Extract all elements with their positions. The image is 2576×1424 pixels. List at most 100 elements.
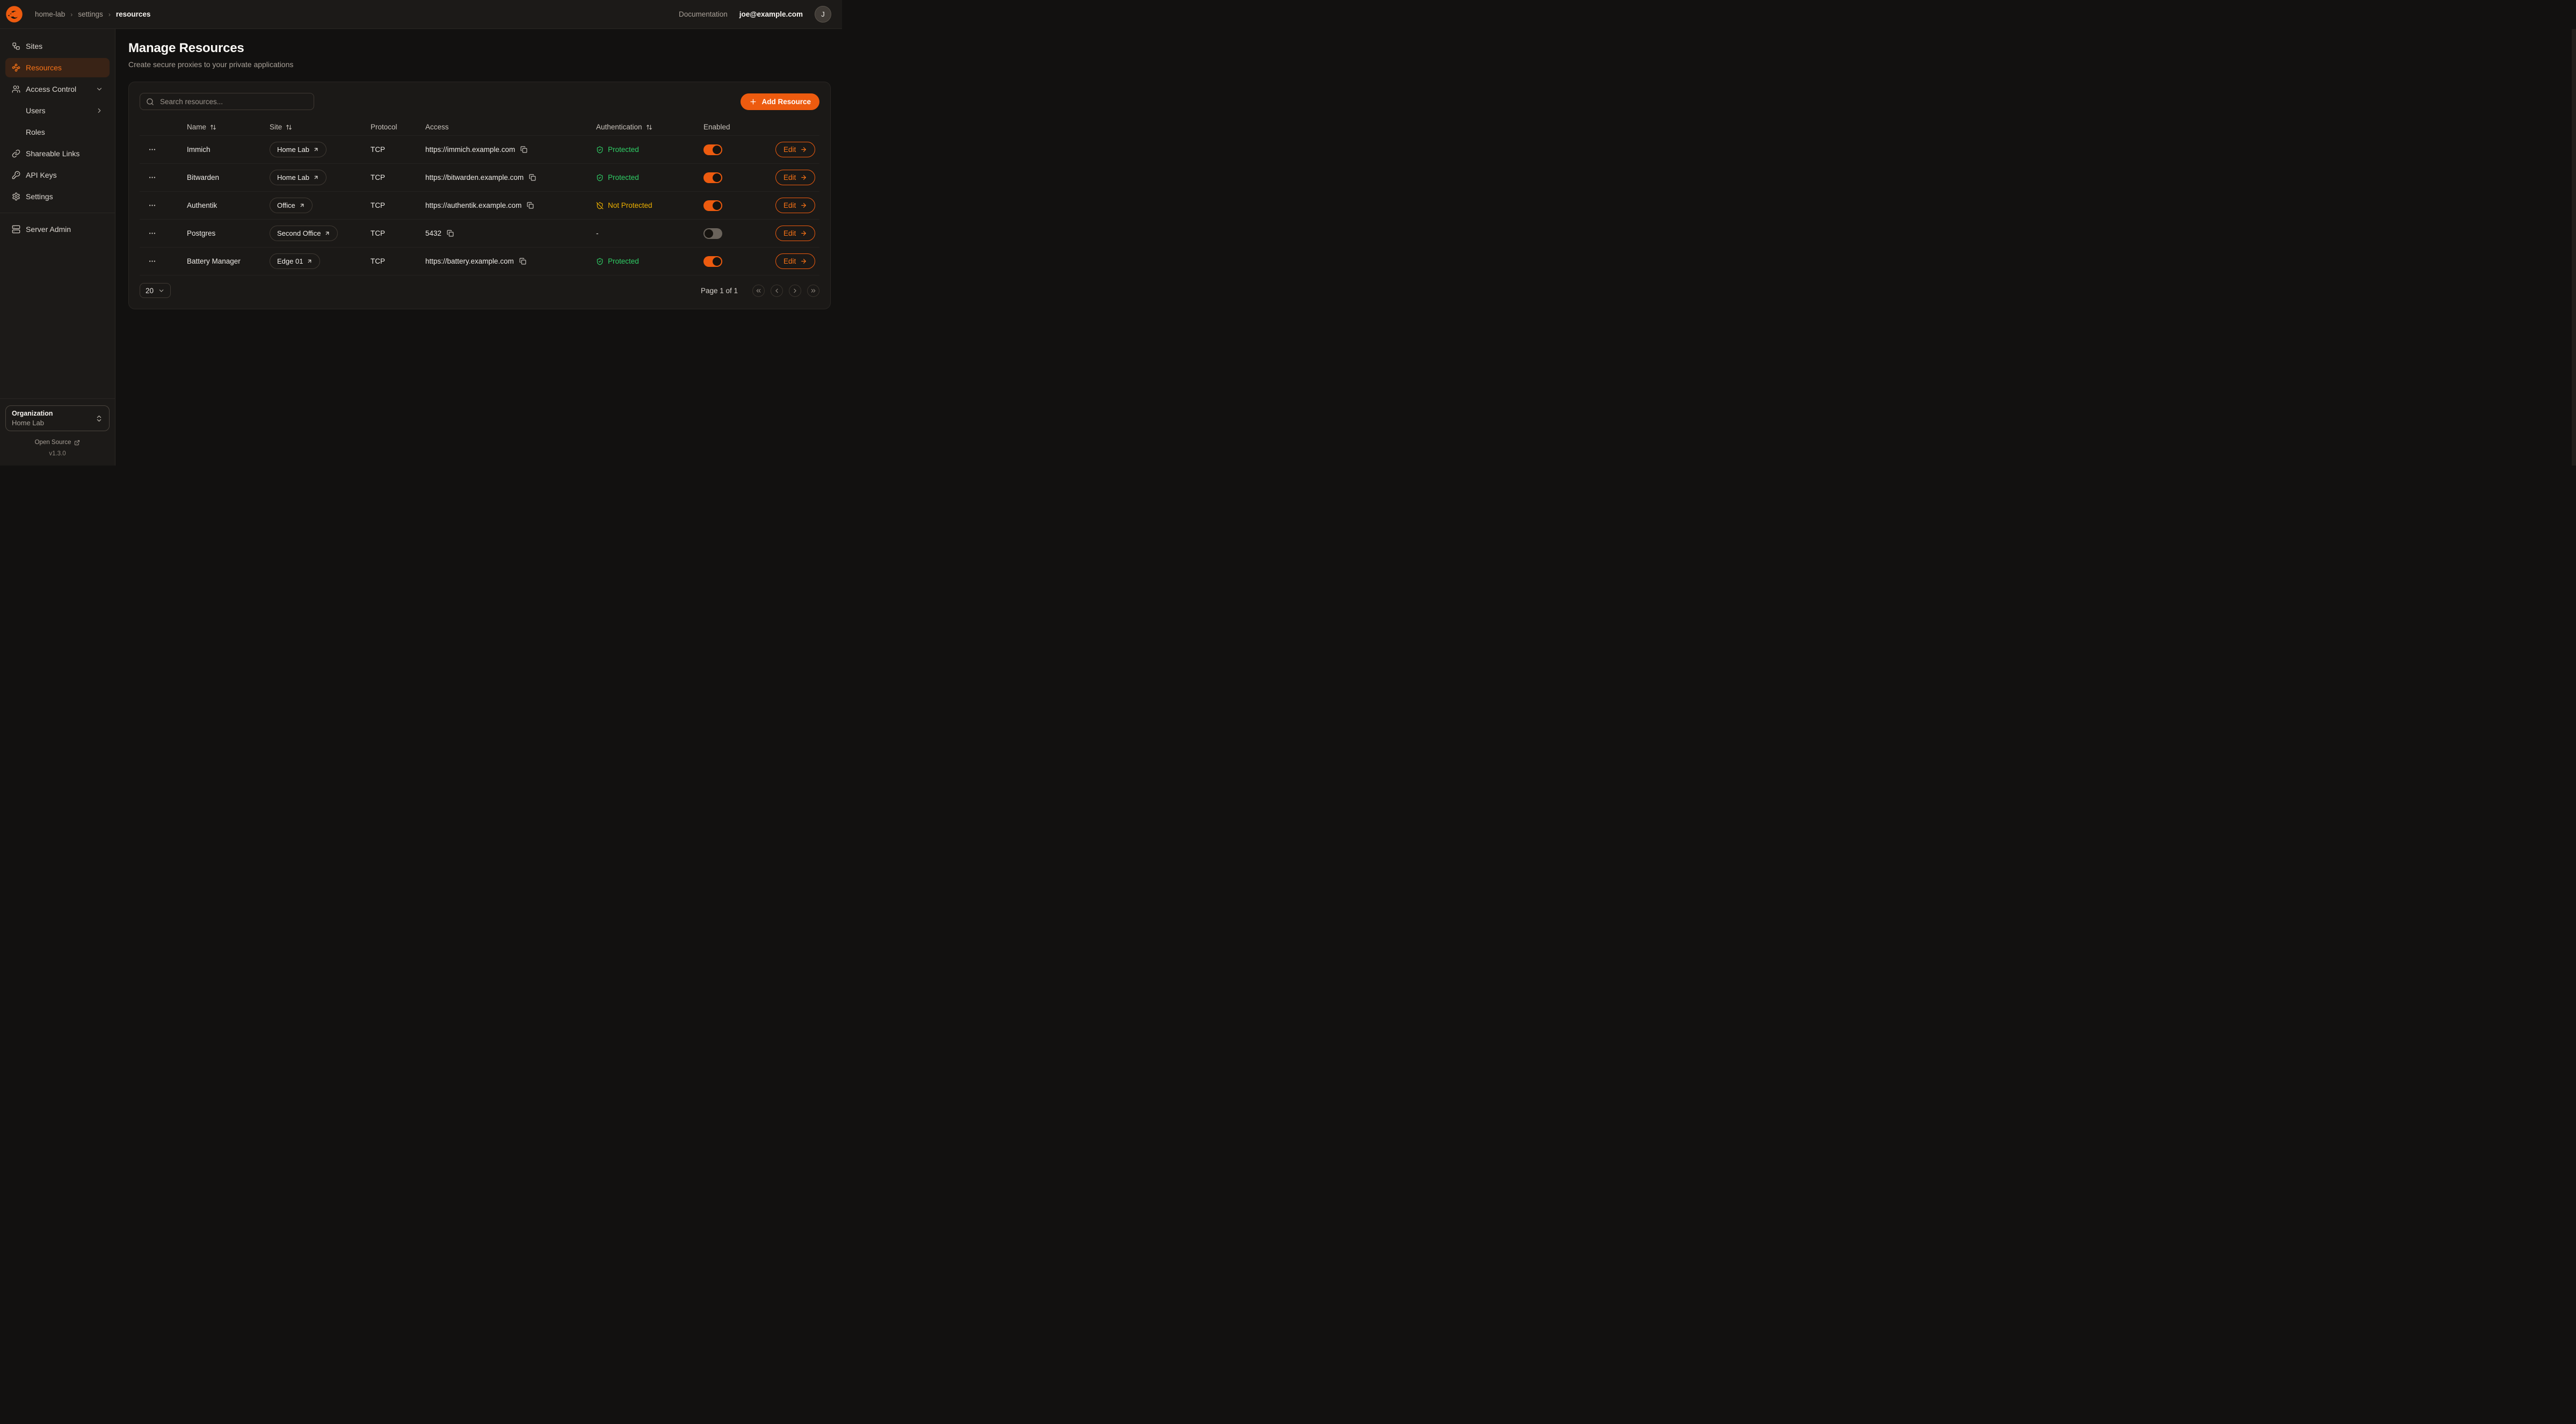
column-header-site[interactable]: Site [270,123,371,131]
version-label: v1.3.0 [5,451,110,457]
row-menu-button[interactable] [147,144,157,155]
copy-button[interactable] [447,230,454,237]
site-link[interactable]: Office [270,198,313,213]
scrollbar[interactable] [2572,29,2576,466]
page-info: Page 1 of 1 [701,287,738,295]
resource-access: https://battery.example.com [425,257,514,265]
ellipsis-icon [148,173,156,181]
edit-button[interactable]: Edit [775,198,815,213]
next-page-button[interactable] [789,285,801,297]
auth-status: Not Protected [596,201,703,209]
sidebar-item-api-keys[interactable]: API Keys [5,165,110,185]
enabled-toggle[interactable] [703,144,722,155]
chevron-down-icon [96,85,103,93]
breadcrumb-settings-link[interactable]: settings [78,10,103,18]
sidebar-item-roles[interactable]: Roles [5,122,110,142]
last-page-button[interactable] [807,285,819,297]
sidebar-item-server-admin[interactable]: Server Admin [5,220,110,239]
edit-button[interactable]: Edit [775,170,815,185]
key-icon [12,171,20,179]
arrow-right-icon [800,230,807,237]
avatar[interactable]: J [815,6,831,23]
shield-check-icon [596,174,604,181]
resource-protocol: TCP [371,146,425,154]
link-icon [12,149,20,158]
search-input[interactable] [159,97,308,106]
auth-status: Protected [596,257,703,265]
copy-button[interactable] [520,146,527,153]
chevron-down-icon [158,287,165,294]
row-menu-button[interactable] [147,172,157,183]
sidebar-item-label: Resources [26,63,62,72]
edit-button[interactable]: Edit [775,253,815,269]
first-page-button[interactable] [752,285,765,297]
row-menu-button[interactable] [147,200,157,210]
arrow-right-icon [800,202,807,209]
edit-button[interactable]: Edit [775,226,815,241]
copy-icon [519,258,526,265]
enabled-toggle[interactable] [703,200,722,211]
auth-status: Protected [596,173,703,181]
arrow-up-right-icon [324,230,330,236]
pangolin-logo-icon[interactable] [4,4,24,24]
sidebar-item-access-control[interactable]: Access Control [5,79,110,99]
column-header-enabled: Enabled [703,123,775,131]
sidebar-item-label: Server Admin [26,225,71,234]
enabled-toggle[interactable] [703,172,722,183]
edit-button[interactable]: Edit [775,142,815,157]
external-link-icon [74,440,80,446]
page-subtitle: Create secure proxies to your private ap… [128,60,831,69]
auth-status: - [596,229,703,237]
copy-button[interactable] [519,258,526,265]
server-icon [12,225,20,234]
column-header-authentication[interactable]: Authentication [596,123,703,131]
sidebar-item-sites[interactable]: Sites [5,37,110,56]
resource-access: https://bitwarden.example.com [425,173,524,181]
open-source-link[interactable]: Open Source [5,439,110,446]
site-link[interactable]: Home Lab [270,170,326,185]
site-link[interactable]: Home Lab [270,142,326,157]
resource-name: Battery Manager [187,257,270,265]
ellipsis-icon [148,146,156,154]
documentation-link[interactable]: Documentation [679,10,728,18]
resource-protocol: TCP [371,173,425,181]
copy-icon [529,174,536,181]
add-resource-button[interactable]: Add Resource [741,93,819,110]
resources-card: Add Resource Name Site [128,82,831,309]
chevrons-up-down-icon [95,415,103,423]
site-link[interactable]: Second Office [270,226,338,241]
breadcrumb-current: resources [116,10,151,18]
rows-per-page-select[interactable]: 20 [140,283,171,298]
sidebar-item-resources[interactable]: Resources [5,58,110,77]
previous-page-button[interactable] [771,285,783,297]
user-email[interactable]: joe@example.com [739,10,803,18]
sidebar-item-label: API Keys [26,171,57,179]
chevrons-right-icon [810,287,817,294]
top-bar: home-lab › settings › resources Document… [0,0,842,29]
enabled-toggle[interactable] [703,256,722,267]
copy-icon [447,230,454,237]
copy-button[interactable] [527,202,534,209]
enabled-toggle[interactable] [703,228,722,239]
sidebar-item-label: Roles [26,128,45,136]
sidebar-item-shareable-links[interactable]: Shareable Links [5,144,110,163]
sidebar-item-settings[interactable]: Settings [5,187,110,206]
row-menu-button[interactable] [147,256,157,266]
resource-access: https://immich.example.com [425,146,515,154]
sidebar-item-label: Users [26,106,46,115]
chevrons-left-icon [755,287,762,294]
resource-name: Postgres [187,229,270,237]
column-header-name[interactable]: Name [187,123,270,131]
breadcrumb-org-link[interactable]: home-lab [35,10,65,18]
org-selector[interactable]: Organization Home Lab [5,405,110,431]
arrow-up-right-icon [313,175,319,180]
gear-icon [12,192,20,201]
copy-button[interactable] [529,174,536,181]
waypoints-icon [12,63,20,72]
main-content: Manage Resources Create secure proxies t… [115,29,842,466]
sidebar-item-users[interactable]: Users [5,101,110,120]
resource-access: https://authentik.example.com [425,201,521,209]
resource-name: Immich [187,146,270,154]
site-link[interactable]: Edge 01 [270,253,320,269]
row-menu-button[interactable] [147,228,157,238]
